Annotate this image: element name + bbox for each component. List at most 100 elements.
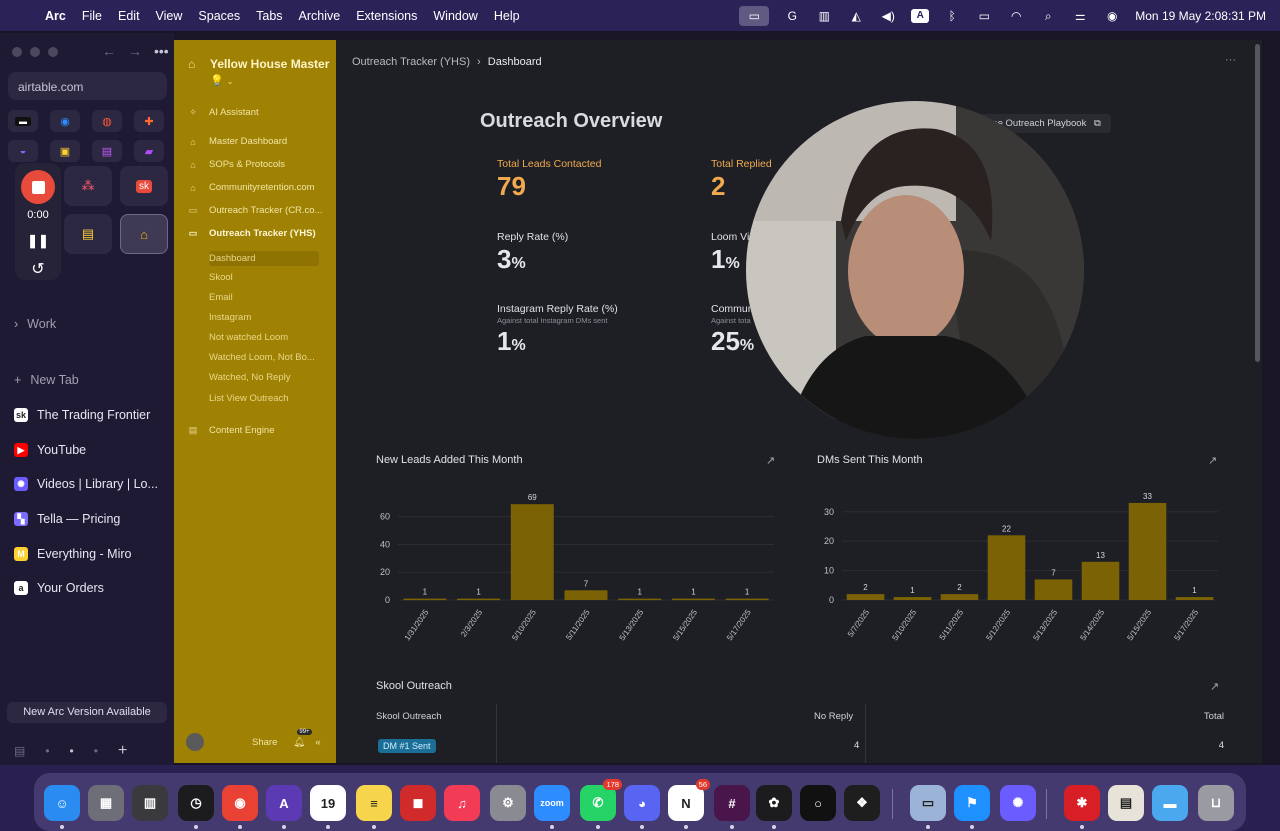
menu-help[interactable]: Help — [494, 9, 520, 23]
menu-window[interactable]: Window — [433, 9, 477, 23]
nav-subpage-item[interactable]: List View Outreach — [209, 393, 349, 404]
column-header[interactable]: Total — [1204, 711, 1224, 722]
nav-subpage-item[interactable]: Not watched Loom — [209, 332, 349, 343]
slack-icon[interactable]: # — [714, 785, 750, 821]
affinity-icon[interactable]: A — [266, 785, 302, 821]
favorite-tab[interactable]: ▤ — [64, 214, 112, 254]
expand-icon[interactable]: ↗ — [1208, 454, 1217, 467]
preview-icon[interactable]: ▭ — [910, 785, 946, 821]
forward-arrow-icon[interactable]: → — [128, 43, 142, 59]
url-bar[interactable]: airtable.com — [8, 72, 167, 100]
new-tab-button[interactable]: + New Tab — [14, 373, 79, 387]
favorite-tab[interactable]: ▬ — [8, 110, 38, 132]
bell-icon[interactable]: 🔔︎ 99+ — [293, 728, 312, 748]
lightbulb-icon[interactable]: 💡 ⌄ — [210, 74, 233, 87]
menubar-clock[interactable]: Mon 19 May 2:08:31 PM — [1135, 9, 1266, 23]
zoom-icon[interactable]: zoom — [534, 785, 570, 821]
wifi-icon[interactable]: ◠ — [1007, 9, 1025, 23]
favorite-tab[interactable]: ▰ — [134, 140, 164, 162]
menu-view[interactable]: View — [156, 9, 183, 23]
circle-app-icon[interactable]: ○ — [800, 785, 836, 821]
breadcrumb-parent[interactable]: Outreach Tracker (YHS) — [352, 56, 470, 68]
minimize-window-icon[interactable] — [30, 47, 40, 57]
nav-page-item[interactable]: ▭ Outreach Tracker (YHS) — [188, 228, 328, 239]
nav-subpage-item[interactable]: Email — [209, 292, 349, 303]
keyboard-brightness-icon[interactable]: ▥ — [815, 9, 833, 23]
space-dot-icon[interactable]: • — [94, 744, 98, 758]
base-title[interactable]: Yellow House Master — [210, 57, 332, 72]
stop-recording-button[interactable] — [21, 170, 55, 204]
update-banner[interactable]: New Arc Version Available — [7, 702, 167, 723]
favorite-tab[interactable]: sk — [120, 166, 168, 206]
notion-icon[interactable]: N 56 — [668, 779, 710, 821]
column-header[interactable]: Skool Outreach — [376, 711, 441, 722]
more-options-icon[interactable]: ••• — [154, 43, 169, 59]
grammarly-icon[interactable]: G — [783, 9, 801, 23]
calculator-icon[interactable]: ▥ — [132, 785, 168, 821]
menu-tabs[interactable]: Tabs — [256, 9, 282, 23]
notes-icon[interactable]: ≡ — [356, 785, 392, 821]
expand-icon[interactable]: ↗ — [766, 454, 775, 467]
space-dot-icon[interactable]: • — [45, 744, 49, 758]
nav-subpage-item[interactable]: Watched, No Reply — [209, 372, 349, 383]
column-header[interactable]: No Reply — [814, 711, 853, 722]
discord-icon[interactable]: ◕ — [624, 785, 660, 821]
sidebar-tab[interactable]: ▚ Tella — Pricing — [14, 512, 120, 526]
screen-mirror-icon[interactable]: ▭ — [739, 5, 770, 26]
nav-page-item[interactable]: ⌂ Master Dashboard — [188, 136, 328, 147]
clock-icon[interactable]: ◷ — [178, 785, 214, 821]
trash-icon[interactable]: ⊔ — [1198, 785, 1234, 821]
add-space-icon[interactable]: + — [118, 742, 127, 760]
bluetooth-icon[interactable]: ᛒ — [943, 9, 961, 23]
sidebar-tab[interactable]: a Your Orders — [14, 581, 104, 595]
launchpad-icon[interactable]: ▦ — [88, 785, 124, 821]
nav-page-item[interactable]: ⌂ Communityretention.com — [188, 182, 328, 193]
favorite-tab[interactable]: ✚ — [134, 110, 164, 132]
nav-subpage-item[interactable]: Instagram — [209, 312, 349, 323]
perplexity-icon[interactable]: ✺ — [1000, 785, 1036, 821]
archive-icon[interactable]: ▤ — [1108, 785, 1144, 821]
chatgpt-icon[interactable]: ✿ — [756, 785, 792, 821]
more-options-icon[interactable]: ··· — [1225, 54, 1236, 66]
input-source-icon[interactable]: A — [911, 8, 930, 23]
webcam-overlay[interactable] — [746, 101, 1084, 439]
downloads-folder-icon[interactable]: ▬ — [1152, 785, 1188, 821]
chrome-icon[interactable]: ◉ — [222, 785, 258, 821]
favorite-tab-active[interactable]: ⌂ — [120, 214, 168, 254]
pause-icon[interactable]: ❚❚ — [15, 233, 61, 249]
control-center-icon[interactable]: ⚌ — [1071, 9, 1089, 23]
share-button[interactable]: Share — [252, 737, 277, 748]
zoom-window-icon[interactable] — [48, 47, 58, 57]
menu-app-name[interactable]: Arc — [45, 9, 66, 23]
nav-subpage-item[interactable]: Skool — [209, 272, 349, 283]
close-window-icon[interactable] — [12, 47, 22, 57]
nav-subpage-item[interactable]: Dashboard — [209, 251, 319, 266]
figma-icon[interactable]: ❖ — [844, 785, 880, 821]
sidebar-tab[interactable]: ▶ YouTube — [14, 443, 86, 457]
folder-work[interactable]: › Work — [14, 317, 56, 331]
menu-spaces[interactable]: Spaces — [198, 9, 240, 23]
avatar[interactable] — [186, 733, 204, 751]
nav-subpage-item[interactable]: Watched Loom, Not Bo... — [209, 352, 349, 363]
menu-archive[interactable]: Archive — [299, 9, 341, 23]
nav-page-item[interactable]: ✧ AI Assistant — [188, 107, 328, 118]
sidebar-tab[interactable]: sk The Trading Frontier — [14, 408, 150, 422]
home-icon[interactable]: ⌂ — [188, 57, 195, 71]
finder-icon[interactable]: ☺ — [44, 785, 80, 821]
volume-icon[interactable]: ◀) — [879, 9, 897, 23]
a-app-icon[interactable]: ◭ — [847, 9, 865, 23]
framer-icon[interactable]: ⚑ — [954, 785, 990, 821]
spotlight-search-icon[interactable]: ⌕ — [1039, 9, 1057, 23]
favorite-tab[interactable]: ◍ — [92, 110, 122, 132]
sidebar-tab[interactable]: M Everything - Miro — [14, 547, 131, 561]
collapse-sidebar-icon[interactable]: « — [315, 737, 320, 748]
expand-icon[interactable]: ↗ — [1210, 680, 1219, 693]
favorite-tab[interactable]: ⁂ — [64, 166, 112, 206]
siri-icon[interactable]: ◉ — [1103, 9, 1121, 23]
space-dot-icon[interactable]: • — [70, 744, 74, 758]
favorite-tab[interactable]: ◉ — [50, 110, 80, 132]
favorite-tab[interactable]: ▤ — [92, 140, 122, 162]
system-settings-icon[interactable]: ⚙ — [490, 785, 526, 821]
nav-page-item[interactable]: ⌂ SOPs & Protocols — [188, 159, 328, 170]
calendar-icon[interactable]: 19 — [310, 785, 346, 821]
